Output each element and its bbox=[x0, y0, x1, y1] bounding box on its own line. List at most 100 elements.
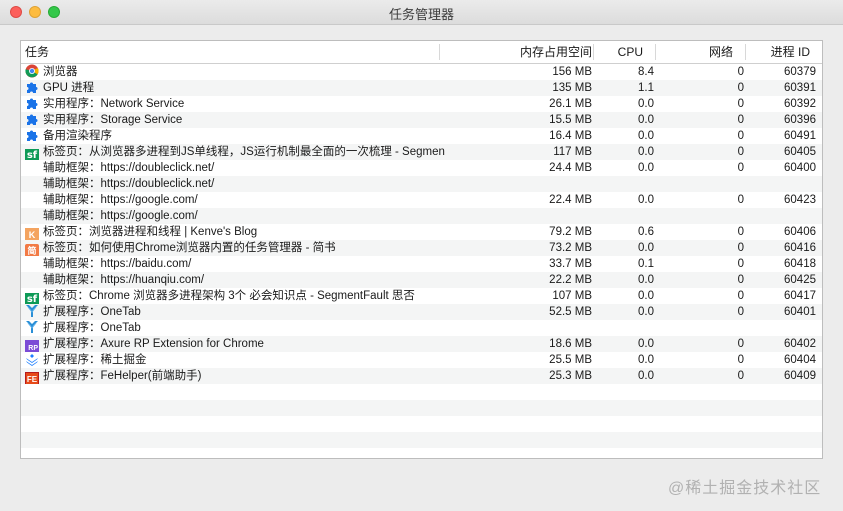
table-row[interactable]: 实用程序：Network Service 26.1 MB 0.0 0 60392 bbox=[21, 96, 822, 112]
column-divider bbox=[655, 44, 656, 60]
pid-cell bbox=[751, 320, 816, 336]
table-row[interactable]: K 标签页：浏览器进程和线程 | Kenve's Blog 79.2 MB 0.6 0 6… bbox=[21, 224, 822, 240]
column-divider bbox=[593, 44, 594, 60]
jian-icon: 简 bbox=[25, 244, 39, 256]
column-header-memory[interactable]: 内存占用空间 bbox=[451, 41, 592, 63]
task-name: 辅助框架：https://google.com/ bbox=[43, 210, 198, 222]
network-cell: 0 bbox=[737, 66, 744, 78]
k-icon: K bbox=[25, 228, 39, 240]
task-name: 标签页：如何使用Chrome浏览器内置的任务管理器 - 简书 bbox=[43, 242, 336, 254]
table-body: 浏览器 156 MB 8.4 0 60379 GPU 进程 135 MB 1.1 0 60391 实… bbox=[21, 64, 822, 448]
table-row[interactable]: RP 扩展程序：Axure RP Extension for Chrome 18.6… bbox=[21, 336, 822, 352]
window-title: 任务管理器 bbox=[388, 7, 454, 22]
title-bar: 任务管理器 bbox=[0, 0, 843, 25]
table-row[interactable]: 扩展程序：OneTab bbox=[21, 320, 822, 336]
cpu-cell: 0.0 bbox=[638, 114, 654, 126]
table-row[interactable]: 辅助框架：https://huanqiu.com/22.2 MB 0.0 0 6042… bbox=[21, 272, 822, 288]
task-cell: 扩展程序：OneTab bbox=[25, 304, 445, 320]
empty-row bbox=[21, 416, 822, 432]
memory-cell: 22.2 MB bbox=[549, 274, 592, 286]
task-cell: sf 标签页：Chrome 浏览器多进程架构 3个 必会知识点 - Segment… bbox=[25, 288, 445, 304]
network-cell: 0 bbox=[737, 130, 744, 142]
table-row[interactable]: 实用程序：Storage Service 15.5 MB 0.0 0 60396 bbox=[21, 112, 822, 128]
network-cell: 0 bbox=[737, 82, 744, 94]
network-cell: 0 bbox=[737, 162, 744, 174]
task-cell: 浏览器 bbox=[25, 64, 445, 80]
task-cell: 扩展程序：OneTab bbox=[25, 320, 445, 336]
task-name: 浏览器 bbox=[43, 66, 78, 78]
task-name: 标签页：Chrome 浏览器多进程架构 3个 必会知识点 - SegmentFa… bbox=[43, 290, 415, 302]
table-row[interactable]: 备用渲染程序 16.4 MB 0.0 0 60491 bbox=[21, 128, 822, 144]
table-row[interactable]: 辅助框架：https://google.com/22.4 MB 0.0 0 60423 bbox=[21, 192, 822, 208]
task-name: 辅助框架：https://huanqiu.com/ bbox=[43, 274, 205, 286]
column-header-cpu[interactable]: CPU bbox=[601, 41, 643, 63]
pid-cell: 60425 bbox=[784, 274, 816, 286]
table-row[interactable]: sf 标签页：Chrome 浏览器多进程架构 3个 必会知识点 - Segment… bbox=[21, 288, 822, 304]
task-cell: 扩展程序：稀土掘金 bbox=[25, 352, 445, 368]
task-cell: 辅助框架：https://huanqiu.com/ bbox=[25, 272, 445, 288]
network-cell bbox=[661, 320, 744, 336]
cpu-cell: 0.0 bbox=[638, 130, 654, 142]
cpu-cell: 0.0 bbox=[638, 306, 654, 318]
table-row[interactable]: sf 标签页：从浏览器多进程到JS单线程，JS运行机制最全面的一次梳理 - Seg… bbox=[21, 144, 822, 160]
pid-cell: 60405 bbox=[784, 146, 816, 158]
task-cell: 辅助框架：https://google.com/ bbox=[25, 208, 445, 224]
task-name: 实用程序：Network Service bbox=[43, 98, 185, 110]
column-header-task[interactable]: 任务 bbox=[25, 41, 49, 63]
table-row[interactable]: 扩展程序：稀土掘金 25.5 MB 0.0 0 60404 bbox=[21, 352, 822, 368]
network-cell: 0 bbox=[737, 338, 744, 350]
table-row[interactable]: 简标签页：如何使用Chrome浏览器内置的任务管理器 - 简书 73.2 MB 0.… bbox=[21, 240, 822, 256]
table-row[interactable]: 辅助框架：https://doubleclick.net/ bbox=[21, 176, 822, 192]
network-cell: 0 bbox=[737, 194, 744, 206]
memory-cell: 52.5 MB bbox=[549, 306, 592, 318]
cpu-cell: 0.0 bbox=[638, 194, 654, 206]
table-row[interactable]: GPU 进程 135 MB 1.1 0 60391 bbox=[21, 80, 822, 96]
memory-cell: 73.2 MB bbox=[549, 242, 592, 254]
table-header: 任务 内存占用空间 CPU 网络 进程 ID bbox=[21, 41, 822, 64]
memory-cell: 16.4 MB bbox=[549, 130, 592, 142]
memory-cell: 22.4 MB bbox=[549, 194, 592, 206]
table-row[interactable]: 扩展程序：OneTab 52.5 MB 0.0 0 60401 bbox=[21, 304, 822, 320]
cpu-cell: 0.0 bbox=[638, 242, 654, 254]
cpu-cell bbox=[601, 176, 654, 192]
network-cell: 0 bbox=[737, 290, 744, 302]
puzzle-icon bbox=[25, 96, 39, 110]
cpu-cell: 0.0 bbox=[638, 146, 654, 158]
task-name: 扩展程序：OneTab bbox=[43, 322, 141, 334]
task-cell: 实用程序：Network Service bbox=[25, 96, 445, 112]
memory-cell: 25.3 MB bbox=[549, 370, 592, 382]
column-header-network[interactable]: 网络 bbox=[661, 41, 733, 63]
pid-cell: 60379 bbox=[784, 66, 816, 78]
puzzle-icon bbox=[25, 128, 39, 142]
pid-cell: 60396 bbox=[784, 114, 816, 126]
table-row[interactable]: 辅助框架：https://baidu.com/33.7 MB 0.1 0 60418 bbox=[21, 256, 822, 272]
task-cell: 辅助框架：https://doubleclick.net/ bbox=[25, 160, 445, 176]
task-name: 标签页：从浏览器多进程到JS单线程，JS运行机制最全面的一次梳理 - Segme… bbox=[43, 146, 445, 158]
memory-cell: 79.2 MB bbox=[549, 226, 592, 238]
fe-icon: FE bbox=[25, 372, 39, 384]
memory-cell: 15.5 MB bbox=[549, 114, 592, 126]
task-name: 扩展程序：稀土掘金 bbox=[43, 354, 147, 366]
task-name: 扩展程序：OneTab bbox=[43, 306, 141, 318]
table-row[interactable]: 辅助框架：https://doubleclick.net/24.4 MB 0.0 0… bbox=[21, 160, 822, 176]
network-cell: 0 bbox=[737, 306, 744, 318]
pid-cell: 60409 bbox=[784, 370, 816, 382]
task-name: 辅助框架：https://baidu.com/ bbox=[43, 258, 192, 270]
cpu-cell: 0.0 bbox=[638, 354, 654, 366]
process-table: 任务 内存占用空间 CPU 网络 进程 ID 浏览器 156 MB 8.4 0 6037… bbox=[20, 40, 823, 459]
task-cell: 简标签页：如何使用Chrome浏览器内置的任务管理器 - 简书 bbox=[25, 240, 445, 256]
table-row[interactable]: FE 扩展程序：FeHelper(前端助手) 25.3 MB 0.0 0 60409 bbox=[21, 368, 822, 384]
column-header-pid[interactable]: 进程 ID bbox=[751, 41, 810, 63]
task-cell: sf 标签页：从浏览器多进程到JS单线程，JS运行机制最全面的一次梳理 - Seg… bbox=[25, 144, 445, 160]
table-row[interactable]: 浏览器 156 MB 8.4 0 60379 bbox=[21, 64, 822, 80]
table-row[interactable]: 辅助框架：https://google.com/ bbox=[21, 208, 822, 224]
empty-row bbox=[21, 384, 822, 400]
memory-cell bbox=[451, 176, 592, 192]
task-name: GPU 进程 bbox=[43, 82, 95, 94]
empty-row bbox=[21, 400, 822, 416]
